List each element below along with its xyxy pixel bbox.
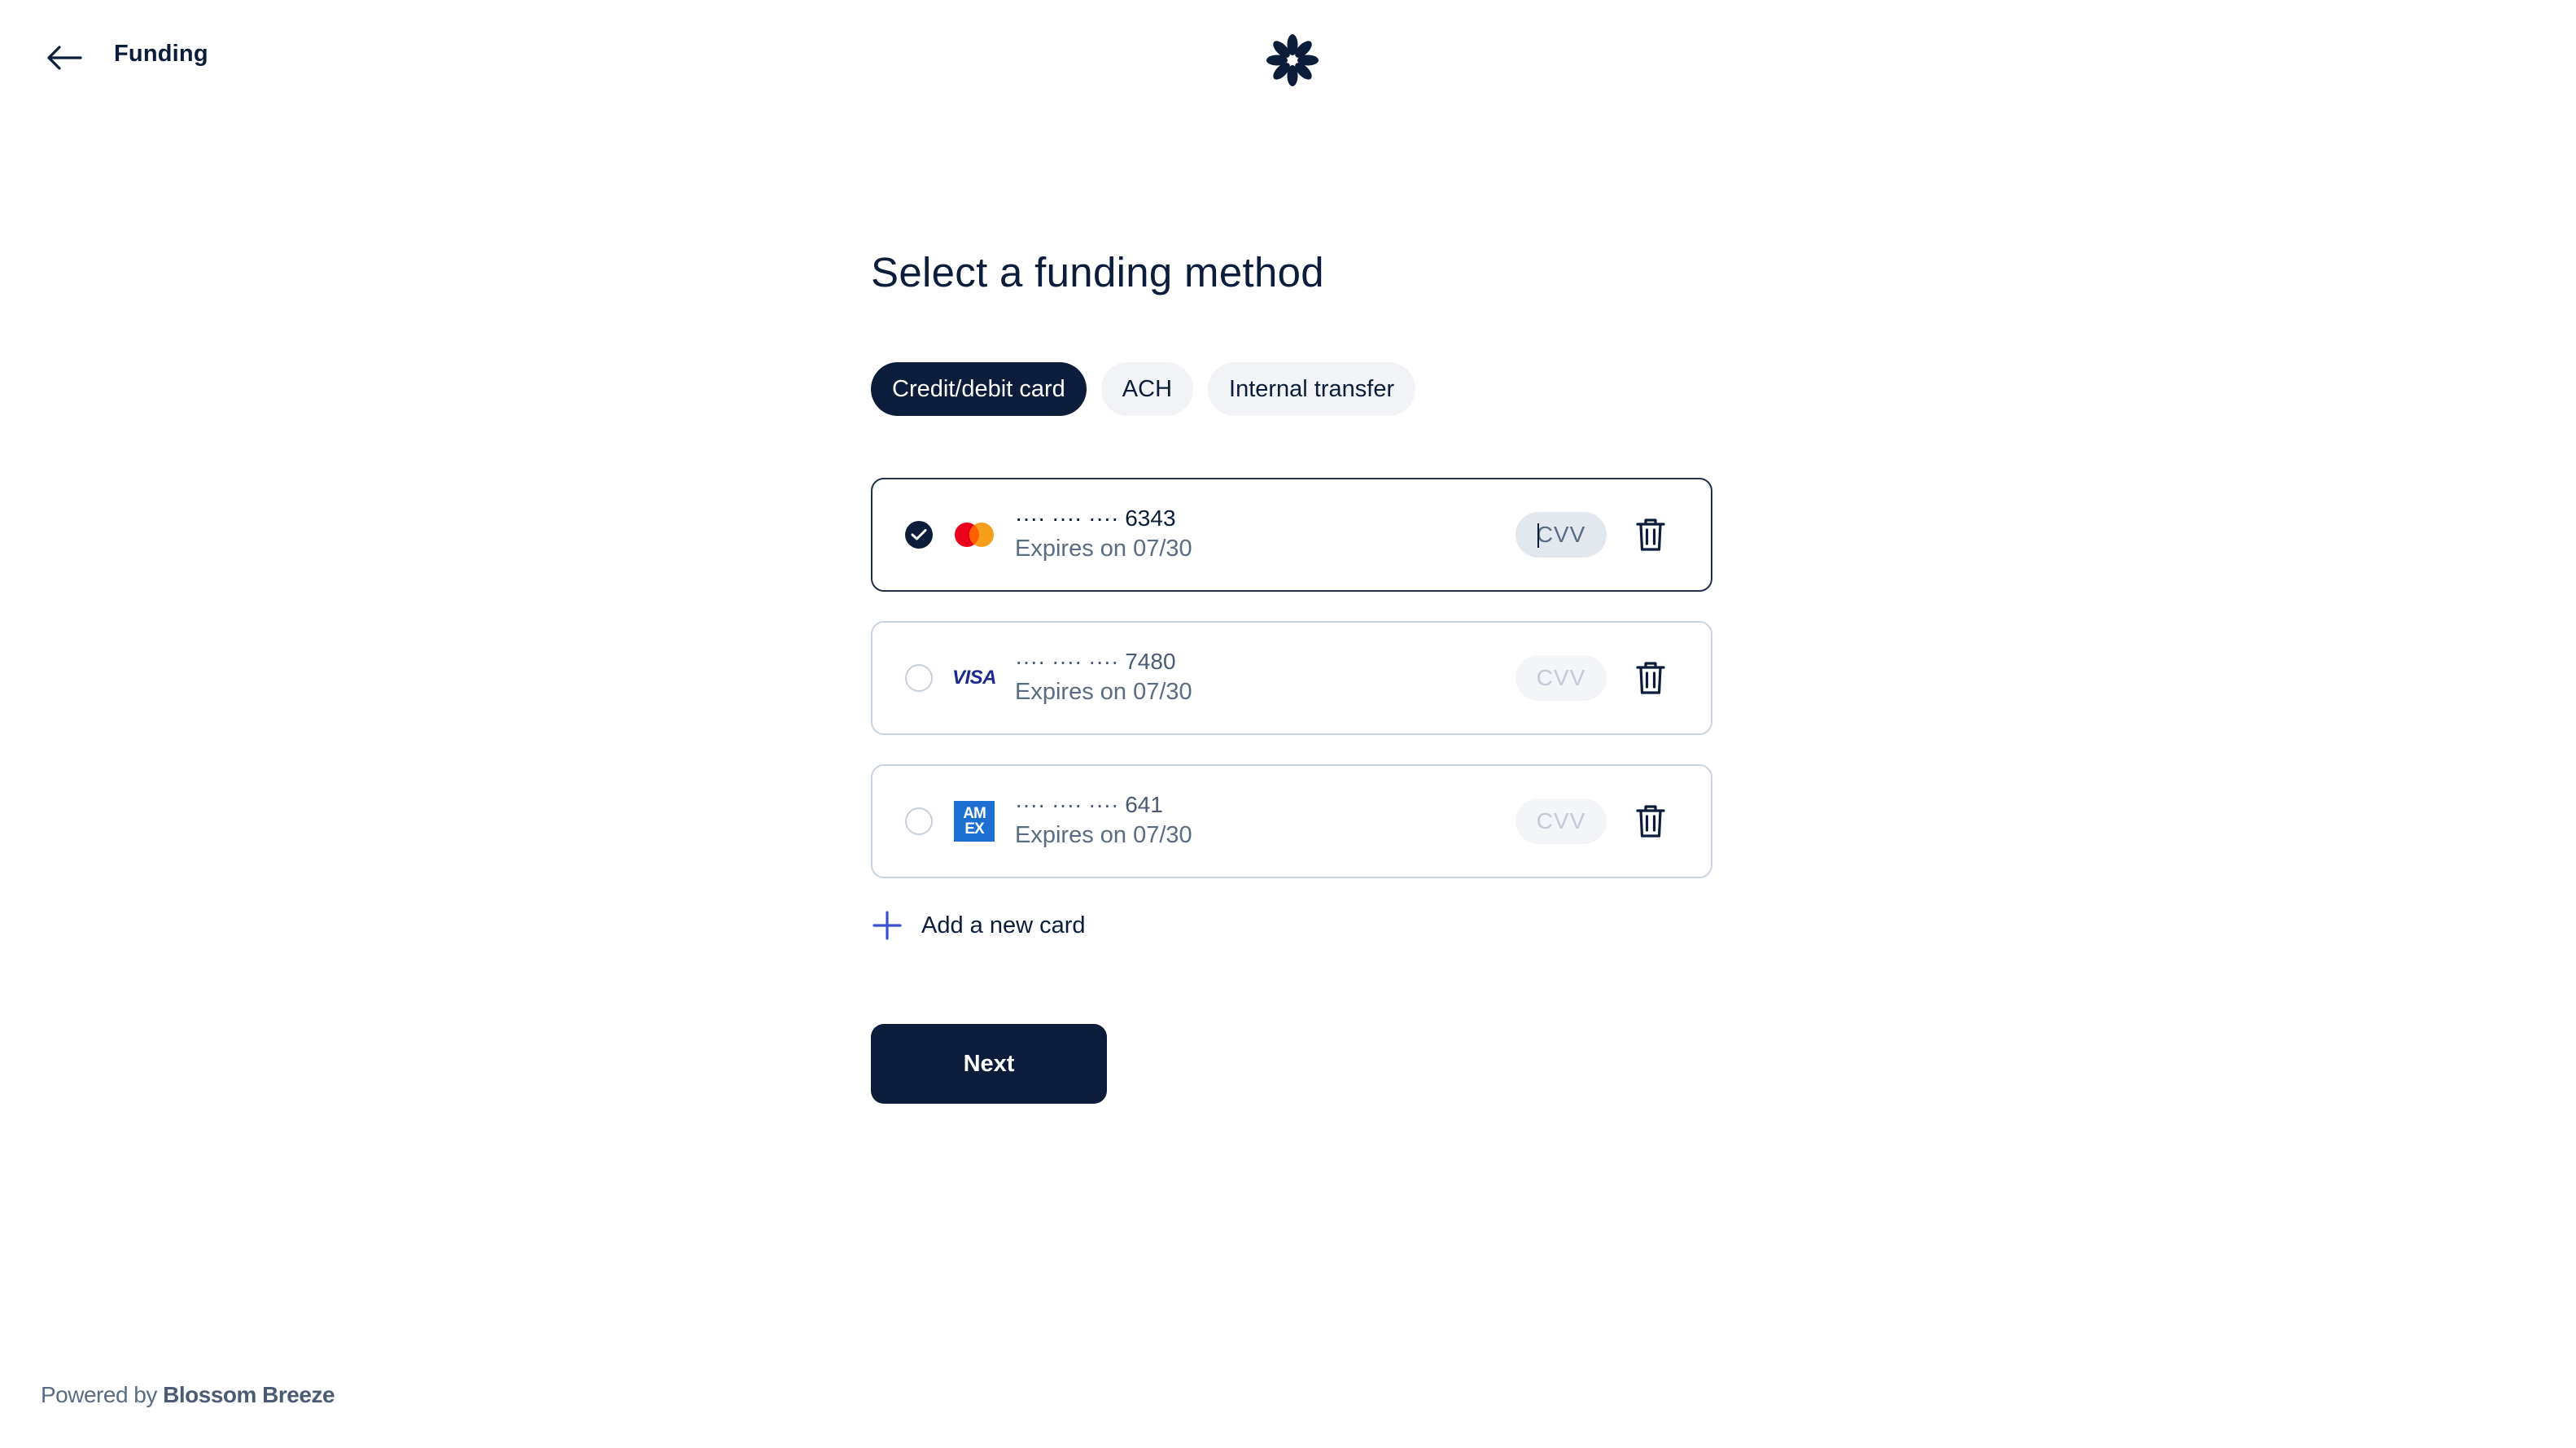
card-info: ···· ···· ···· 7480 Expires on 07/30 [1015,647,1192,707]
card-info: ···· ···· ···· 6343 Expires on 07/30 [1015,504,1192,564]
cvv-input[interactable] [1515,655,1607,701]
trash-icon [1636,805,1665,838]
card-radio[interactable] [905,807,933,835]
delete-card-button[interactable] [1633,660,1668,696]
cvv-input[interactable] [1515,798,1607,844]
funding-method-panel: Select a funding method Credit/debit car… [871,244,1712,1104]
checkmark-icon [911,529,927,540]
delete-card-button[interactable] [1633,517,1668,553]
tab-ach[interactable]: ACH [1100,362,1194,416]
card-number: ···· ···· ···· 641 [1015,792,1163,817]
card-expiry: Expires on 07/30 [1015,822,1192,848]
card-radio-selected[interactable] [905,521,933,549]
card-info: ···· ···· ···· 641 Expires on 07/30 [1015,790,1192,851]
card-number: ···· ···· ···· 7480 [1015,649,1176,674]
flower-logo-icon [1266,34,1319,86]
next-button[interactable]: Next [871,1024,1107,1104]
visa-icon: VISA [952,667,997,689]
powered-by-footer: Powered by Blossom Breeze [41,1382,335,1408]
delete-card-button[interactable] [1633,803,1668,839]
tab-internal-transfer[interactable]: Internal transfer [1208,362,1416,416]
arrow-left-icon [47,46,82,70]
card-number: ···· ···· ···· 6343 [1015,505,1176,531]
card-item-amex[interactable]: AM EX ···· ···· ···· 641 Expires on 07/3… [871,764,1712,878]
header-title: Funding [114,41,208,67]
trash-icon [1636,518,1665,551]
funding-page: Funding Select a funding method Credit/d… [0,0,2576,1448]
add-new-card-label: Add a new card [921,912,1086,938]
mastercard-icon [952,514,996,555]
text-cursor [1537,523,1539,548]
back-button[interactable] [44,37,85,78]
card-expiry: Expires on 07/30 [1015,536,1192,562]
trash-icon [1636,662,1665,694]
tab-credit-debit-card[interactable]: Credit/debit card [871,362,1087,416]
card-radio[interactable] [905,664,933,692]
card-list: ···· ···· ···· 6343 Expires on 07/30 CVV… [871,478,1712,908]
add-new-card-button[interactable]: Add a new card [871,909,1086,942]
card-expiry: Expires on 07/30 [1015,679,1192,705]
card-item-mastercard[interactable]: ···· ···· ···· 6343 Expires on 07/30 [871,478,1712,592]
powered-by-brand: Blossom Breeze [163,1382,335,1407]
plus-icon [873,911,902,940]
page-title: Select a funding method [871,249,1324,295]
cvv-input[interactable] [1515,512,1607,558]
card-item-visa[interactable]: VISA ···· ···· ···· 7480 Expires on 07/3… [871,621,1712,735]
funding-tabs: Credit/debit card ACH Internal transfer [871,362,1416,416]
powered-by-prefix: Powered by [41,1382,157,1407]
amex-icon: AM EX [952,801,996,842]
